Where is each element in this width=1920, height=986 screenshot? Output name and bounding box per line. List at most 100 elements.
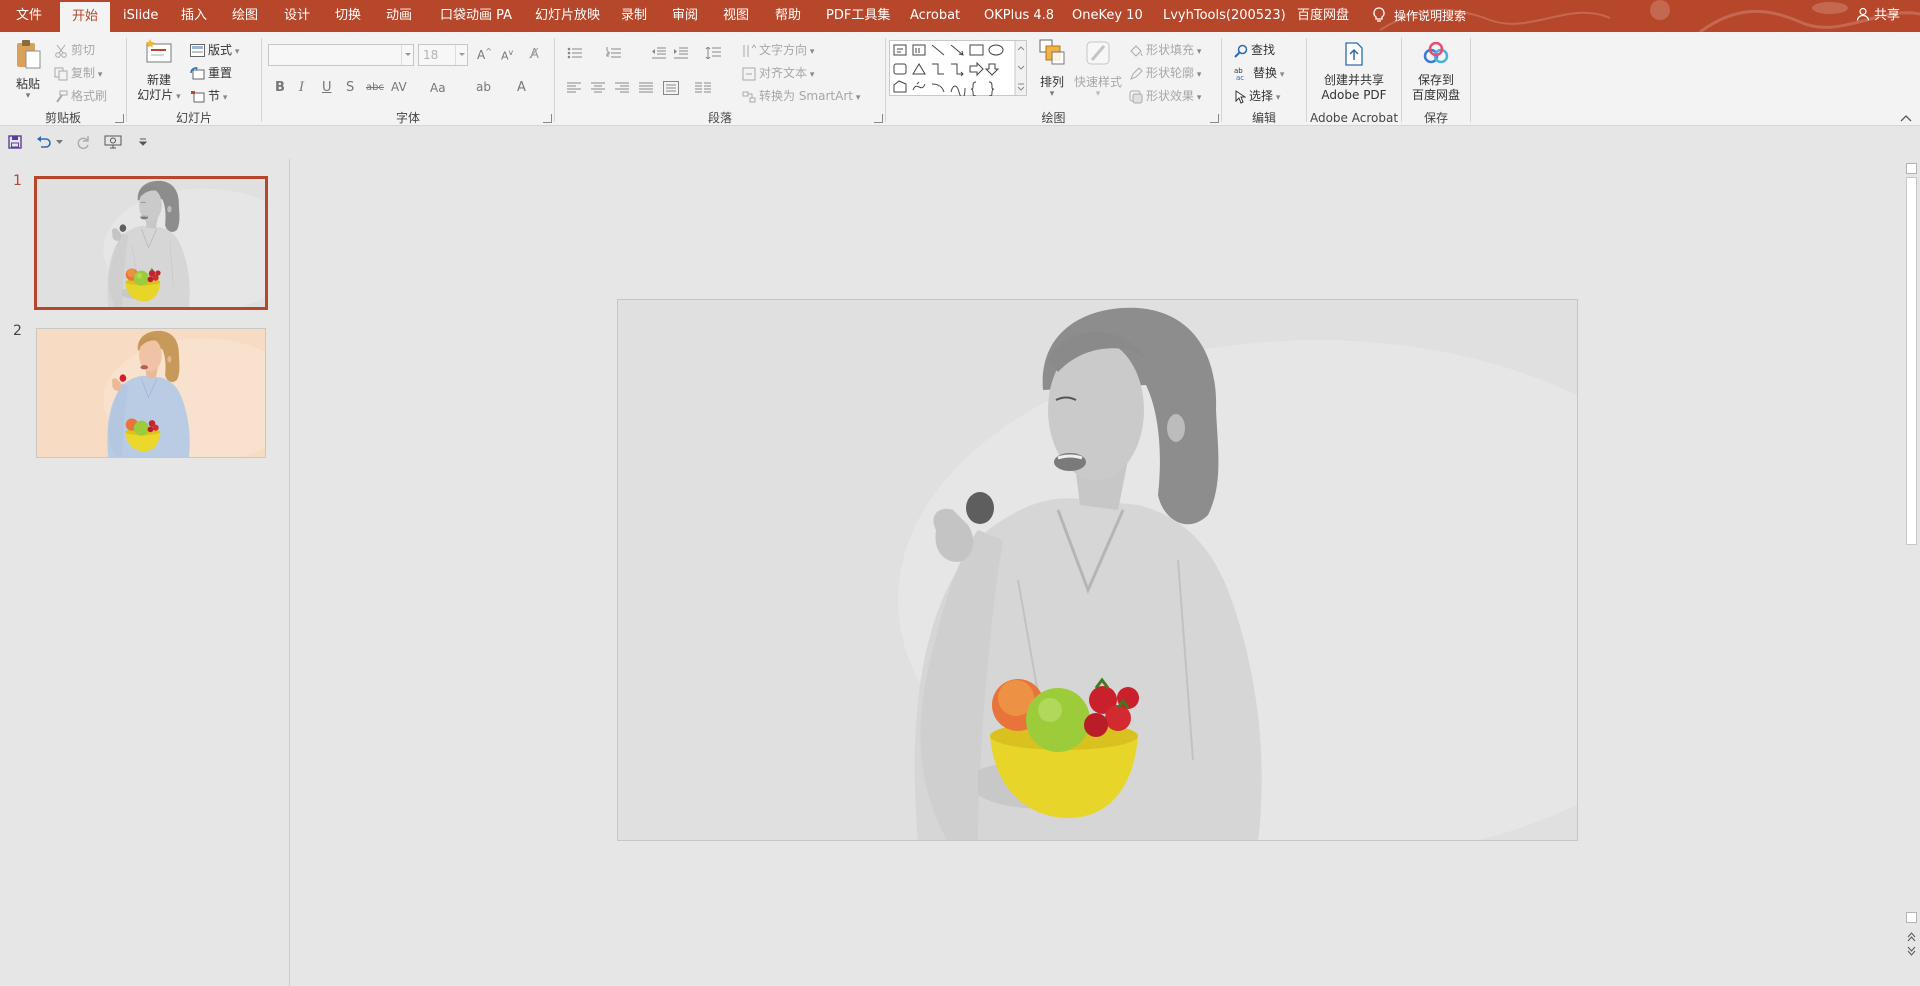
section-icon bbox=[191, 91, 205, 103]
align-right-icon[interactable] bbox=[615, 82, 629, 94]
scrollbar-thumb[interactable] bbox=[1906, 177, 1917, 545]
next-slide-icon[interactable] bbox=[1907, 946, 1916, 956]
tab-pdf-tools[interactable]: PDF工具集 bbox=[826, 0, 890, 32]
layout-label: 版式 bbox=[208, 43, 233, 57]
vertical-scrollbar[interactable] bbox=[1903, 159, 1920, 986]
tab-design[interactable]: 设计 bbox=[284, 0, 310, 32]
tab-draw[interactable]: 绘图 bbox=[232, 0, 258, 32]
convert-smartart-button[interactable]: 转换为 SmartArt bbox=[742, 87, 860, 104]
layout-button[interactable]: 版式 bbox=[190, 41, 239, 58]
section-button[interactable]: 节 bbox=[190, 87, 227, 104]
group-adobe-acrobat: 创建并共享 Adobe PDF Adobe Acrobat bbox=[1307, 36, 1401, 126]
new-slide-button[interactable]: 新建 幻灯片 bbox=[135, 38, 183, 105]
decrease-font-size-icon[interactable]: Av bbox=[501, 48, 513, 63]
tab-okplus[interactable]: OKPlus 4.8 bbox=[984, 0, 1054, 32]
customize-qat-icon[interactable] bbox=[139, 138, 147, 146]
paragraph-dialog-launcher[interactable] bbox=[874, 114, 883, 123]
replace-button[interactable]: ab ac 替换 bbox=[1234, 64, 1284, 81]
strikethrough-icon[interactable]: abc bbox=[366, 82, 384, 93]
increase-font-size-icon[interactable]: A^ bbox=[477, 47, 492, 62]
tab-transitions[interactable]: 切换 bbox=[335, 0, 361, 32]
scroll-up-icon[interactable] bbox=[1906, 163, 1917, 174]
current-slide[interactable] bbox=[617, 299, 1578, 841]
save-to-baidu-button[interactable]: 保存到 百度网盘 bbox=[1404, 41, 1468, 103]
numbering-icon[interactable] bbox=[606, 47, 622, 59]
columns-icon[interactable] bbox=[695, 82, 711, 94]
scissors-icon bbox=[55, 44, 67, 58]
editing-group-label: 编辑 bbox=[1251, 111, 1276, 125]
clipboard-dialog-launcher[interactable] bbox=[115, 114, 124, 123]
text-direction-button[interactable]: 文字方向 bbox=[742, 41, 814, 58]
highlight-icon[interactable]: ab bbox=[476, 80, 491, 94]
undo-icon[interactable] bbox=[36, 135, 52, 149]
font-color-icon[interactable]: A bbox=[517, 80, 526, 95]
distributed-icon[interactable] bbox=[663, 81, 679, 95]
font-dialog-launcher[interactable] bbox=[543, 114, 552, 123]
quick-styles-button[interactable]: 快速样式 ▾ bbox=[1072, 38, 1124, 99]
tab-record[interactable]: 录制 bbox=[621, 0, 647, 32]
shape-outline-button[interactable]: 形状轮廓 bbox=[1129, 64, 1201, 81]
underline-icon[interactable]: U bbox=[322, 80, 332, 95]
tab-pocket-animation[interactable]: 口袋动画 PA bbox=[440, 0, 512, 32]
tab-animations[interactable]: 动画 bbox=[386, 0, 412, 32]
drawing-dialog-launcher[interactable] bbox=[1210, 114, 1219, 123]
format-painter-button[interactable]: 格式刷 bbox=[54, 87, 107, 104]
change-case-icon[interactable]: Aa bbox=[430, 81, 446, 95]
tab-islide[interactable]: iSlide bbox=[123, 0, 158, 32]
clear-formatting-icon[interactable]: A̸ bbox=[530, 47, 539, 62]
find-button[interactable]: 查找 bbox=[1234, 41, 1275, 58]
ribbon-tab-bar: 文件 开始 iSlide 插入 绘图 设计 切换 动画 口袋动画 PA 幻灯片放… bbox=[0, 0, 1920, 32]
increase-indent-icon[interactable] bbox=[673, 47, 689, 59]
chevron-down-icon[interactable] bbox=[401, 45, 413, 65]
shapes-gallery[interactable] bbox=[889, 40, 1027, 96]
share-button[interactable]: 共享 bbox=[1856, 0, 1900, 32]
tab-onekey[interactable]: OneKey 10 bbox=[1072, 0, 1143, 32]
quick-styles-icon bbox=[1086, 41, 1110, 65]
align-left-icon[interactable] bbox=[567, 82, 581, 94]
shape-fill-button[interactable]: 形状填充 bbox=[1129, 41, 1201, 58]
scroll-down-icon[interactable] bbox=[1906, 912, 1917, 923]
character-spacing-icon[interactable]: AV bbox=[391, 80, 407, 94]
tab-slideshow[interactable]: 幻灯片放映 bbox=[535, 0, 600, 32]
tab-review[interactable]: 审阅 bbox=[672, 0, 698, 32]
font-name-combo[interactable] bbox=[268, 44, 414, 66]
cut-button[interactable]: 剪切 bbox=[54, 41, 95, 58]
create-share-pdf-button[interactable]: 创建并共享 Adobe PDF bbox=[1309, 42, 1399, 103]
tab-acrobat[interactable]: Acrobat bbox=[910, 0, 960, 32]
slide-thumbnail-1[interactable] bbox=[34, 176, 268, 310]
tab-insert[interactable]: 插入 bbox=[181, 0, 207, 32]
paste-button[interactable]: 粘贴 ▾ bbox=[10, 38, 46, 101]
undo-dropdown-icon[interactable] bbox=[56, 140, 63, 145]
align-center-icon[interactable] bbox=[591, 82, 605, 94]
tab-baidu-netdisk[interactable]: 百度网盘 bbox=[1297, 0, 1349, 32]
tab-home[interactable]: 开始 bbox=[60, 2, 111, 32]
collapse-ribbon-icon[interactable] bbox=[1900, 114, 1912, 122]
reset-button[interactable]: 重置 bbox=[190, 64, 232, 81]
redo-icon[interactable] bbox=[76, 135, 90, 149]
italic-icon[interactable]: I bbox=[299, 80, 304, 95]
tab-help[interactable]: 帮助 bbox=[775, 0, 801, 32]
select-button[interactable]: 选择 bbox=[1234, 87, 1280, 104]
tell-me-search[interactable]: 操作说明搜索 bbox=[1372, 0, 1466, 32]
save-icon[interactable] bbox=[8, 135, 22, 149]
bold-icon[interactable]: B bbox=[275, 80, 285, 95]
copy-button[interactable]: 复制 bbox=[54, 64, 102, 81]
line-spacing-icon[interactable] bbox=[705, 47, 721, 59]
font-size-combo[interactable]: 18 bbox=[418, 44, 468, 66]
decrease-indent-icon[interactable] bbox=[651, 47, 667, 59]
justify-icon[interactable] bbox=[639, 82, 653, 94]
tab-lvyhtools[interactable]: LvyhTools(200523) bbox=[1163, 0, 1286, 32]
shape-effects-button[interactable]: 形状效果 bbox=[1129, 87, 1201, 104]
bullets-icon[interactable] bbox=[567, 47, 583, 59]
presentation-icon[interactable] bbox=[104, 135, 122, 149]
slide-editing-area bbox=[291, 159, 1903, 986]
tab-file[interactable]: 文件 bbox=[16, 0, 42, 32]
align-text-button[interactable]: 对齐文本 bbox=[742, 64, 814, 81]
previous-slide-icon[interactable] bbox=[1907, 932, 1916, 942]
tab-view[interactable]: 视图 bbox=[723, 0, 749, 32]
arrange-button[interactable]: 排列 ▾ bbox=[1034, 38, 1070, 99]
cut-label: 剪切 bbox=[71, 43, 96, 57]
chevron-down-icon[interactable] bbox=[455, 45, 467, 65]
text-shadow-icon[interactable]: S bbox=[346, 80, 354, 95]
slide-thumbnail-2[interactable] bbox=[36, 328, 266, 458]
